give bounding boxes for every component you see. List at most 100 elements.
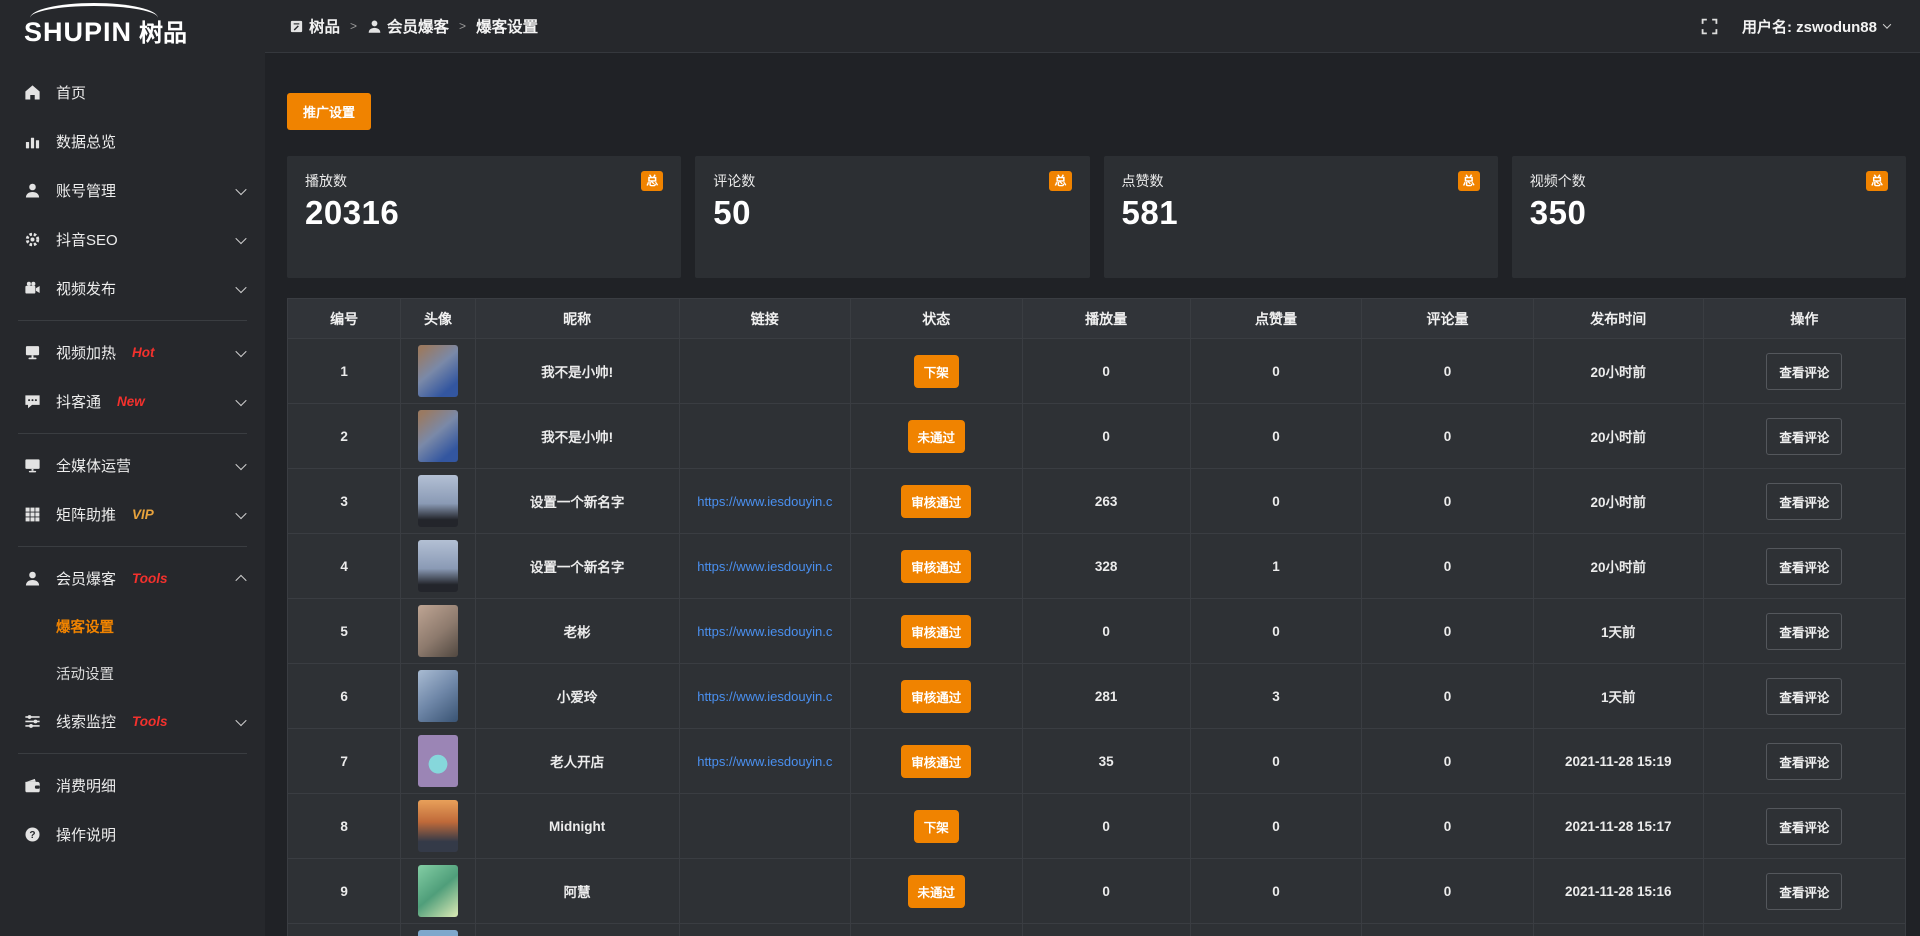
column-header: 操作 (1703, 299, 1905, 339)
cell-nickname: Midnight (475, 794, 679, 859)
cell-link: https://www.iesdouyin.c (679, 729, 851, 794)
topbar-right: 用户名: zswodun88 (1701, 16, 1890, 37)
stat-label: 点赞数 (1122, 171, 1164, 191)
status-badge-button[interactable]: 审核通过 (901, 485, 971, 518)
cell-id: 7 (288, 729, 401, 794)
avatar (418, 670, 458, 722)
sidebar-item-抖音SEO[interactable]: 抖音SEO (0, 215, 265, 264)
status-badge-button[interactable]: 审核通过 (901, 550, 971, 583)
cell-action: 查看评论 (1703, 339, 1905, 404)
status-badge-button[interactable]: 审核通过 (901, 680, 971, 713)
cell-avatar (401, 859, 475, 924)
sidebar-item-操作说明[interactable]: ?操作说明 (0, 810, 265, 859)
status-badge-button[interactable]: 审核通过 (901, 745, 971, 778)
cell-status: 审核通过 (851, 599, 1023, 664)
total-badge: 总 (1049, 171, 1071, 191)
status-badge-button[interactable]: 下架 (914, 355, 959, 388)
avatar (418, 930, 458, 936)
view-comments-button[interactable]: 查看评论 (1766, 353, 1842, 390)
app-logo[interactable]: SHUPIN 树品 (0, 0, 265, 52)
breadcrumb-item-爆客设置[interactable]: 爆客设置 (476, 15, 538, 37)
breadcrumb-item-树品[interactable]: 树品 (289, 15, 340, 37)
gear-icon (24, 231, 41, 248)
status-badge-button[interactable]: 未通过 (908, 420, 966, 453)
sidebar-item-badge: Tools (132, 714, 168, 729)
avatar (418, 865, 458, 917)
user-icon (367, 19, 382, 34)
cell-plays: 263 (1022, 469, 1190, 534)
total-badge: 总 (641, 171, 663, 191)
view-comments-button[interactable]: 查看评论 (1766, 548, 1842, 585)
cell-id: 8 (288, 794, 401, 859)
view-comments-button[interactable]: 查看评论 (1766, 808, 1842, 845)
sidebar-subitem-活动设置[interactable]: 活动设置 (0, 650, 265, 697)
total-badge: 总 (1458, 171, 1480, 191)
status-badge-button[interactable]: 下架 (914, 810, 959, 843)
wallet-icon (24, 777, 41, 794)
view-comments-button[interactable]: 查看评论 (1766, 483, 1842, 520)
sidebar-item-数据总览[interactable]: 数据总览 (0, 117, 265, 166)
fullscreen-icon[interactable] (1701, 18, 1718, 35)
table-row: 6小爱玲https://www.iesdouyin.c审核通过281301天前查… (288, 664, 1906, 729)
sidebar-item-会员爆客[interactable]: 会员爆客Tools (0, 554, 265, 603)
cell-status: 未通过 (851, 404, 1023, 469)
video-link[interactable]: https://www.iesdouyin.c (684, 624, 847, 639)
breadcrumb-item-会员爆客[interactable]: 会员爆客 (367, 15, 449, 37)
sidebar-item-抖客通[interactable]: 抖客通New (0, 377, 265, 426)
table-row: 8Midnight下架0002021-11-28 15:17查看评论 (288, 794, 1906, 859)
cell-action: 查看评论 (1703, 794, 1905, 859)
cell-plays: 328 (1022, 534, 1190, 599)
avatar (418, 605, 458, 657)
cell-likes: 0 (1190, 599, 1362, 664)
status-badge-button[interactable]: 未通过 (908, 875, 966, 908)
view-comments-button[interactable]: 查看评论 (1766, 678, 1842, 715)
sidebar-subitem-爆客设置[interactable]: 爆客设置 (0, 603, 265, 650)
view-comments-button[interactable]: 查看评论 (1766, 873, 1842, 910)
video-link[interactable]: https://www.iesdouyin.c (684, 559, 847, 574)
cell-status: 审核通过 (851, 469, 1023, 534)
sidebar-item-线索监控[interactable]: 线索监控Tools (0, 697, 265, 746)
video-link[interactable]: https://www.iesdouyin.c (684, 754, 847, 769)
view-comments-button[interactable]: 查看评论 (1766, 418, 1842, 455)
grid-icon (24, 506, 41, 523)
username-menu[interactable]: 用户名: zswodun88 (1742, 16, 1890, 37)
video-link[interactable]: https://www.iesdouyin.c (684, 689, 847, 704)
cell-comments: 0 (1362, 534, 1534, 599)
video-link[interactable]: https://www.iesdouyin.c (684, 494, 847, 509)
cell-avatar (401, 794, 475, 859)
cell-link: https://www.iesdouyin.c (679, 599, 851, 664)
cell-action: 查看评论 (1703, 859, 1905, 924)
cell-published: 1天前 (1533, 664, 1703, 729)
stat-label: 视频个数 (1530, 171, 1586, 191)
cell-avatar (401, 404, 475, 469)
stat-card-comments: 评论数 总 50 (695, 156, 1089, 278)
status-badge-button[interactable]: 审核通过 (901, 615, 971, 648)
breadcrumb-separator: > (459, 19, 466, 33)
cell-likes: 0 (1190, 794, 1362, 859)
cell-action: 查看评论 (1703, 599, 1905, 664)
view-comments-button[interactable]: 查看评论 (1766, 743, 1842, 780)
sidebar-item-视频加热[interactable]: 视频加热Hot (0, 328, 265, 377)
table-row: 7老人开店https://www.iesdouyin.c审核通过35002021… (288, 729, 1906, 794)
sidebar-item-全媒体运营[interactable]: 全媒体运营 (0, 441, 265, 490)
stat-value: 50 (713, 194, 1071, 232)
cell-link (679, 794, 851, 859)
sidebar-item-badge: VIP (132, 507, 154, 522)
sidebar-item-视频发布[interactable]: 视频发布 (0, 264, 265, 313)
sidebar-item-消费明细[interactable]: 消费明细 (0, 761, 265, 810)
sidebar-item-首页[interactable]: 首页 (0, 68, 265, 117)
logo-latin-text: SHUPIN (24, 19, 132, 46)
sidebar-item-账号管理[interactable]: 账号管理 (0, 166, 265, 215)
cell-link (679, 859, 851, 924)
view-comments-button[interactable]: 查看评论 (1766, 613, 1842, 650)
sidebar-item-label: 视频加热 (56, 342, 116, 363)
page-content: 推广设置 播放数 总 20316 评论数 总 50 点赞数 总 (265, 53, 1920, 936)
cell-comments: 0 (1362, 339, 1534, 404)
chart-icon (24, 133, 41, 150)
promo-settings-button[interactable]: 推广设置 (287, 93, 371, 130)
column-header: 链接 (679, 299, 851, 339)
sidebar-item-矩阵助推[interactable]: 矩阵助推VIP (0, 490, 265, 539)
username-label: 用户名: zswodun88 (1742, 16, 1877, 37)
column-header: 状态 (851, 299, 1023, 339)
stat-value: 350 (1530, 194, 1888, 232)
